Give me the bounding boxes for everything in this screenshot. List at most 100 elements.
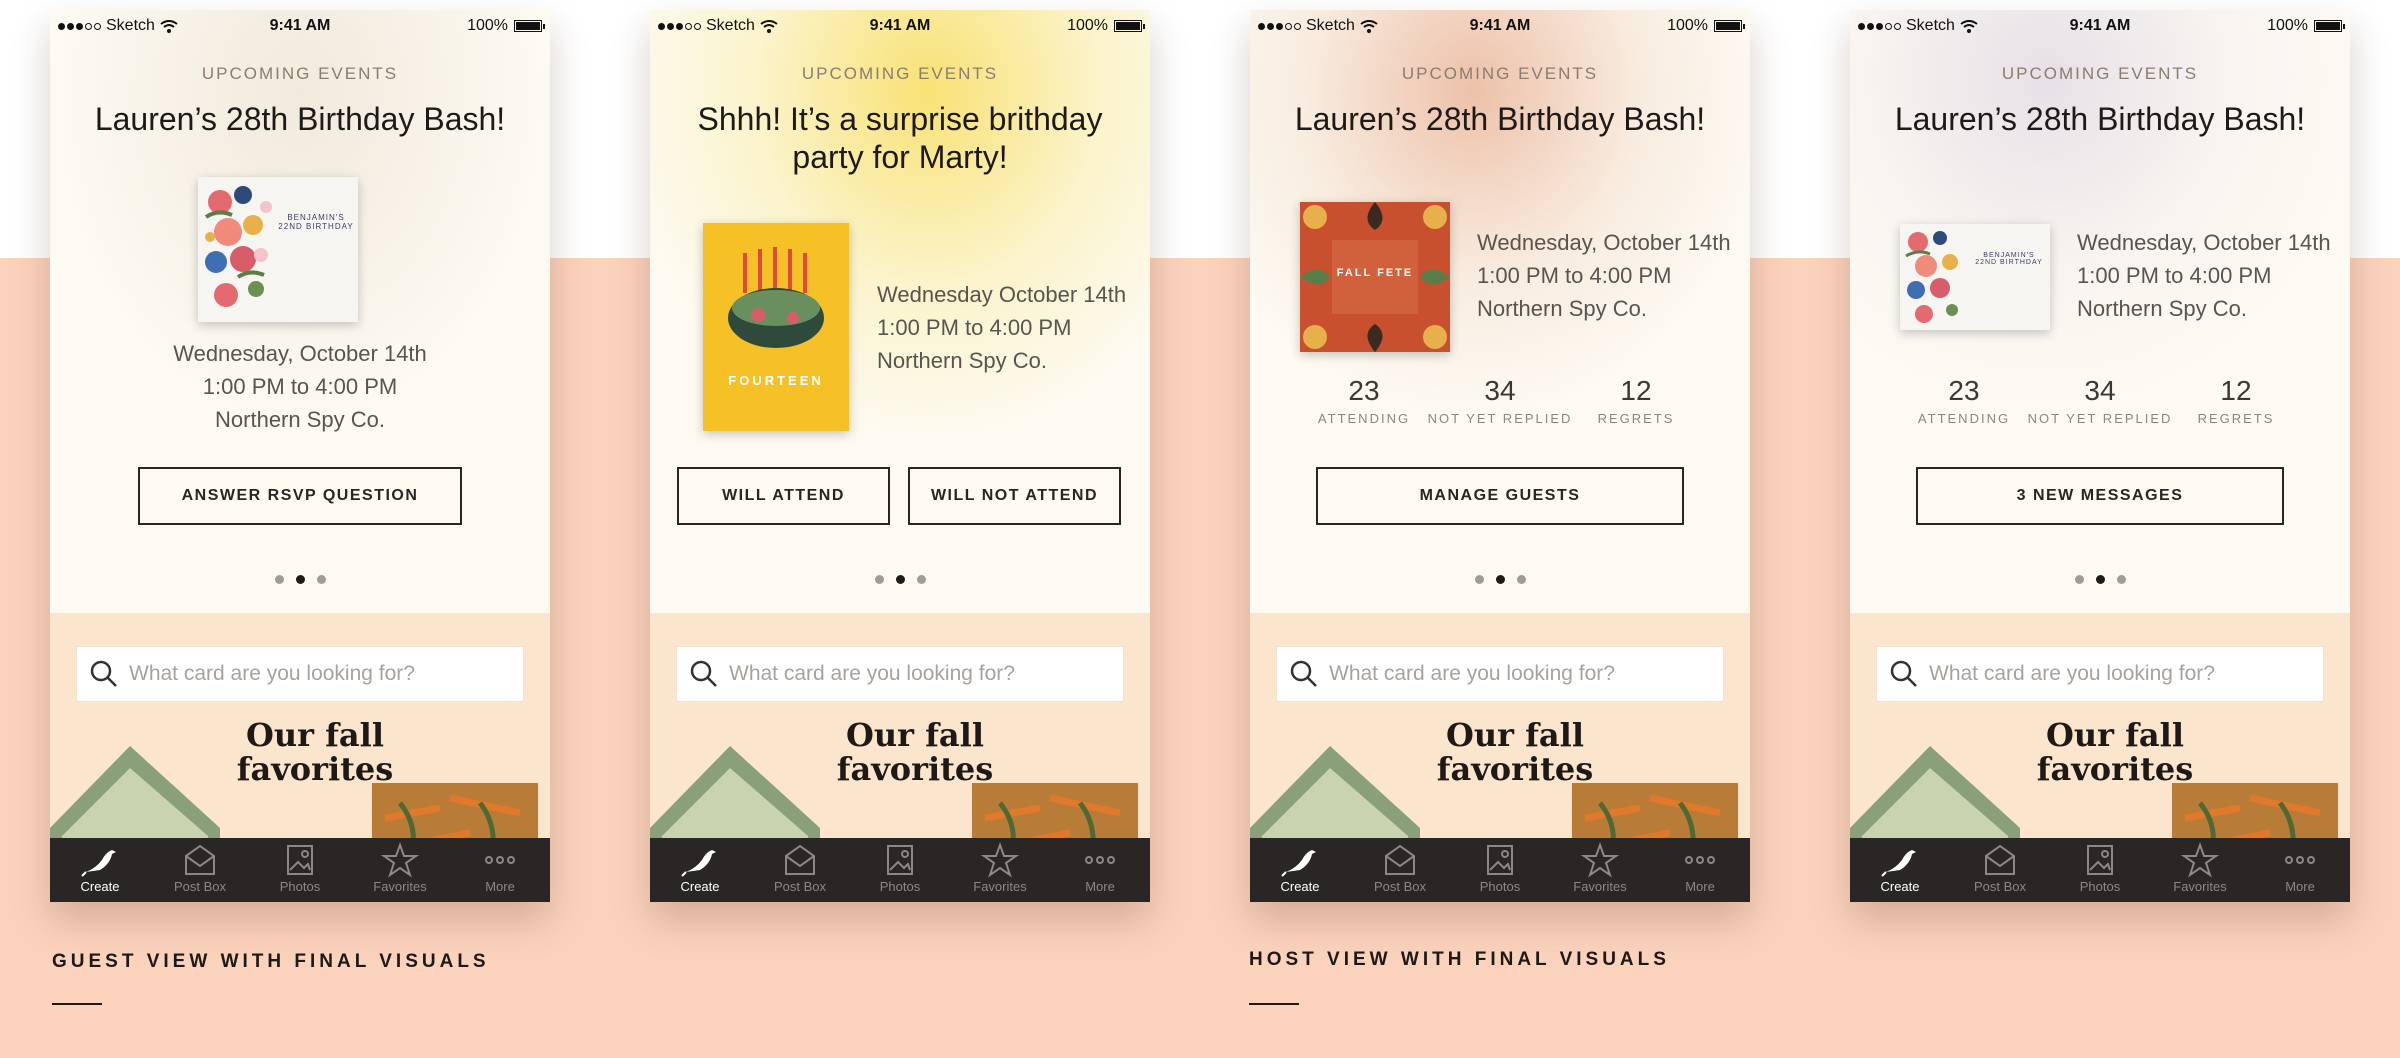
photo-icon bbox=[887, 845, 913, 875]
status-bar: Sketch 9:41 AM 100% bbox=[1250, 10, 1750, 42]
envelope-icon bbox=[785, 844, 815, 875]
battery-percent: 100% bbox=[2267, 17, 2308, 34]
invitation-card-thumbnail[interactable]: FOURTEEN bbox=[703, 223, 849, 431]
search-input[interactable]: What card are you looking for? bbox=[1276, 646, 1724, 702]
cake-illustration bbox=[728, 247, 824, 348]
status-bar: Sketch 9:41 AM 100% bbox=[650, 10, 1150, 42]
tab-post-box[interactable]: Post Box bbox=[150, 838, 250, 902]
tab-bar: Create Post Box Photos Favorites More bbox=[1850, 838, 2350, 902]
tab-photos[interactable]: Photos bbox=[250, 838, 350, 902]
page-indicator[interactable] bbox=[50, 575, 550, 584]
card-text: FALL FETE bbox=[1336, 267, 1414, 279]
tab-more[interactable]: More bbox=[1050, 838, 1150, 902]
tab-bar: Create Post Box Photos Favorites More bbox=[50, 838, 550, 902]
search-placeholder: What card are you looking for? bbox=[1329, 662, 1615, 685]
bird-icon bbox=[681, 850, 716, 877]
card-text: FOURTEEN bbox=[728, 373, 824, 388]
tab-photos[interactable]: Photos bbox=[850, 838, 950, 902]
bird-icon bbox=[1281, 850, 1316, 877]
event-date: Wednesday, October 14th bbox=[173, 341, 427, 366]
event-venue: Northern Spy Co. bbox=[215, 407, 385, 432]
new-messages-button[interactable]: 3 NEW MESSAGES bbox=[1916, 467, 2284, 525]
section-label: UPCOMING EVENTS bbox=[1401, 64, 1599, 83]
tab-favorites[interactable]: Favorites bbox=[1550, 838, 1650, 902]
host-view-caption: HOST VIEW WITH FINAL VISUALS bbox=[1249, 949, 1670, 970]
event-venue: Northern Spy Co. bbox=[2077, 296, 2247, 321]
promo-title: Our fall favorites bbox=[236, 718, 394, 788]
photo-icon bbox=[2087, 845, 2113, 875]
search-input[interactable]: What card are you looking for? bbox=[676, 646, 1124, 702]
tab-more[interactable]: More bbox=[450, 838, 550, 902]
star-icon bbox=[980, 842, 1020, 878]
page-indicator[interactable] bbox=[1250, 575, 1750, 584]
battery-percent: 100% bbox=[467, 17, 508, 34]
event-title: Lauren’s 28th Birthday Bash! bbox=[1294, 101, 1706, 137]
invitation-card-thumbnail[interactable]: BENJAMIN'S 22ND BIRTHDAY bbox=[198, 177, 358, 322]
more-icon bbox=[485, 856, 515, 864]
tab-post-box[interactable]: Post Box bbox=[750, 838, 850, 902]
event-details: Wednesday, October 14th 1:00 PM to 4:00 … bbox=[2077, 226, 2331, 325]
stat-regrets[interactable]: 12 REGRETS bbox=[2156, 375, 2316, 426]
search-icon bbox=[690, 660, 717, 687]
phone-screen-guest-1: Sketch 9:41 AM 100% UPCOMING EVENTS Laur… bbox=[50, 10, 550, 902]
battery-percent: 100% bbox=[1067, 17, 1108, 34]
search-icon bbox=[90, 660, 117, 687]
section-label: UPCOMING EVENTS bbox=[201, 64, 399, 83]
invitation-card-thumbnail[interactable]: FALL FETE bbox=[1300, 202, 1450, 352]
section-label: UPCOMING EVENTS bbox=[2001, 64, 2199, 83]
tab-favorites[interactable]: Favorites bbox=[950, 838, 1050, 902]
invitation-card-thumbnail[interactable]: BENJAMIN'S 22ND BIRTHDAY bbox=[1900, 224, 2050, 330]
battery-percent: 100% bbox=[1667, 17, 1708, 34]
event-venue: Northern Spy Co. bbox=[1477, 296, 1647, 321]
floral-pattern-image bbox=[204, 186, 272, 307]
tab-post-box[interactable]: Post Box bbox=[1350, 838, 1450, 902]
tab-photos[interactable]: Photos bbox=[1450, 838, 1550, 902]
battery-icon bbox=[514, 20, 545, 32]
star-icon bbox=[1580, 842, 1620, 878]
star-icon bbox=[380, 842, 420, 878]
bird-icon bbox=[81, 850, 116, 877]
photo-icon bbox=[287, 845, 313, 875]
tab-more[interactable]: More bbox=[1650, 838, 1750, 902]
tab-bar: Create Post Box Photos Favorites More bbox=[1250, 838, 1750, 902]
search-input[interactable]: What card are you looking for? bbox=[76, 646, 524, 702]
tab-create[interactable]: Create bbox=[650, 838, 750, 902]
card-text: BENJAMIN'S 22ND BIRTHDAY bbox=[1975, 252, 2043, 266]
event-time: 1:00 PM to 4:00 PM bbox=[202, 374, 398, 399]
event-time: 1:00 PM to 4:00 PM bbox=[877, 315, 1072, 340]
search-placeholder: What card are you looking for? bbox=[1929, 662, 2215, 685]
page-indicator[interactable] bbox=[650, 575, 1150, 584]
search-icon bbox=[1290, 660, 1317, 687]
event-details: Wednesday, October 14th 1:00 PM to 4:00 … bbox=[1477, 226, 1731, 325]
tab-create[interactable]: Create bbox=[1850, 838, 1950, 902]
envelope-icon bbox=[1985, 844, 2015, 875]
guest-view-caption: GUEST VIEW WITH FINAL VISUALS bbox=[52, 951, 490, 972]
phone-screen-host-1: Sketch 9:41 AM 100% UPCOMING EVENTS Laur… bbox=[1250, 10, 1750, 902]
tab-create[interactable]: Create bbox=[50, 838, 150, 902]
tab-bar: Create Post Box Photos Favorites More bbox=[650, 838, 1150, 902]
tab-create[interactable]: Create bbox=[1250, 838, 1350, 902]
tab-more[interactable]: More bbox=[2250, 838, 2350, 902]
event-date: Wednesday, October 14th bbox=[1477, 230, 1731, 255]
search-input[interactable]: What card are you looking for? bbox=[1876, 646, 2324, 702]
guest-caption-rule bbox=[52, 1003, 102, 1005]
answer-rsvp-button[interactable]: ANSWER RSVP QUESTION bbox=[138, 467, 462, 525]
manage-guests-button[interactable]: MANAGE GUESTS bbox=[1316, 467, 1684, 525]
bird-icon bbox=[1881, 850, 1916, 877]
promo-title: Our fall favorites bbox=[1436, 718, 1594, 788]
tab-post-box[interactable]: Post Box bbox=[1950, 838, 2050, 902]
battery-icon bbox=[2314, 20, 2345, 32]
will-attend-button[interactable]: WILL ATTEND bbox=[677, 467, 890, 525]
page-indicator[interactable] bbox=[1850, 575, 2350, 584]
will-not-attend-button[interactable]: WILL NOT ATTEND bbox=[908, 467, 1121, 525]
more-icon bbox=[2285, 856, 2315, 864]
battery-icon bbox=[1114, 20, 1145, 32]
tab-favorites[interactable]: Favorites bbox=[350, 838, 450, 902]
event-venue: Northern Spy Co. bbox=[877, 348, 1047, 373]
stat-regrets[interactable]: 12 REGRETS bbox=[1556, 375, 1716, 426]
event-title: Shhh! It’s a surprise brithday party for… bbox=[697, 101, 1103, 175]
tab-favorites[interactable]: Favorites bbox=[2150, 838, 2250, 902]
tab-photos[interactable]: Photos bbox=[2050, 838, 2150, 902]
event-date: Wednesday October 14th bbox=[877, 282, 1127, 307]
more-icon bbox=[1685, 856, 1715, 864]
